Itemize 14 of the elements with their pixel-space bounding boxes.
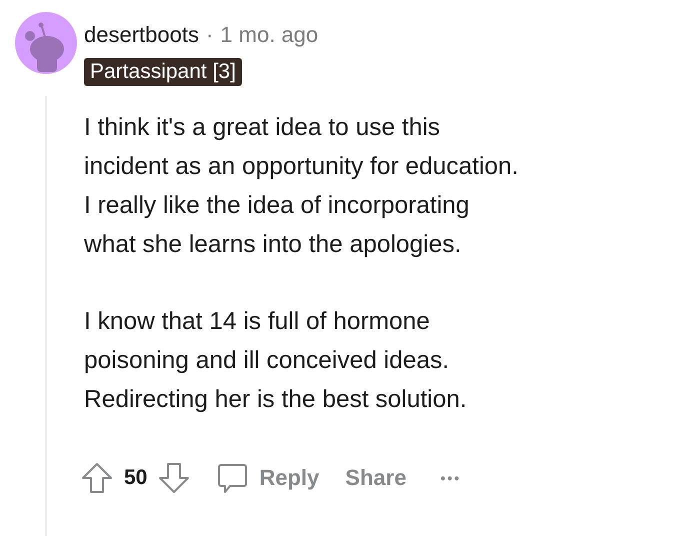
more-options-button[interactable]: ••• [432, 466, 470, 490]
comment-paragraph: I know that 14 is full of hormone poisoning and ill conceived ideas. Redirecting her is the best solution. [84, 307, 468, 415]
upvote-icon[interactable] [80, 461, 114, 495]
user-flair: Partassipant [3] [84, 58, 242, 86]
downvote-icon[interactable] [157, 461, 192, 495]
share-button[interactable]: Share [337, 461, 414, 495]
separator-dot: · [206, 22, 214, 48]
comment-icon [215, 461, 250, 495]
vote-count: 50 [124, 466, 148, 490]
username[interactable]: desertboots [84, 22, 199, 48]
comment-paragraph: I think it's a great idea to use this incident as an opportunity for education. I really like the idea of incorporating what she learns into the apologies. [84, 113, 520, 260]
reply-button[interactable]: Reply [207, 457, 328, 499]
timestamp: 1 mo. ago [220, 22, 318, 48]
avatar-icon[interactable] [15, 12, 77, 74]
